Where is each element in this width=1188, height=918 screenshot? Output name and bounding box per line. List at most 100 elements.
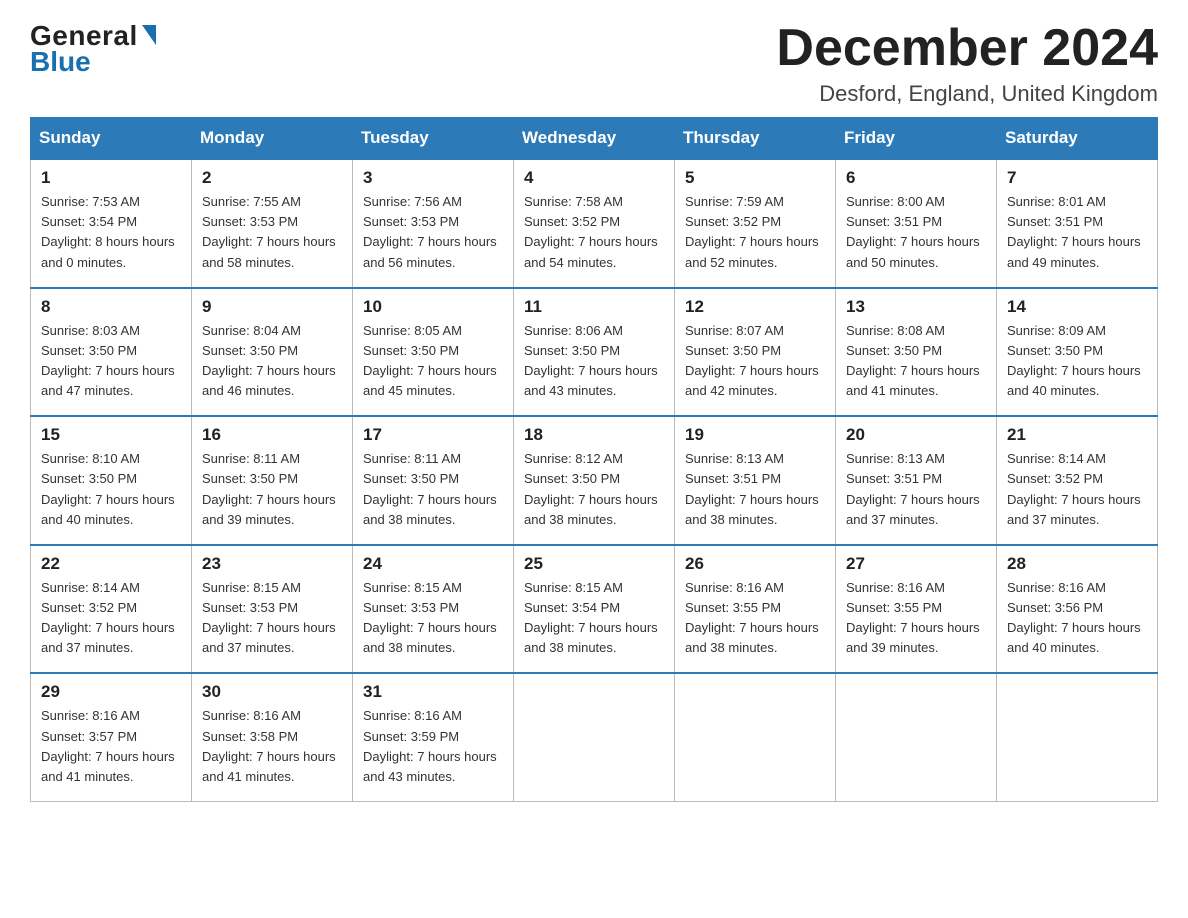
day-number: 5 — [685, 168, 825, 188]
day-info: Sunrise: 8:06 AMSunset: 3:50 PMDaylight:… — [524, 323, 658, 398]
calendar-header-tuesday: Tuesday — [353, 118, 514, 160]
calendar-day-cell: 24 Sunrise: 8:15 AMSunset: 3:53 PMDaylig… — [353, 545, 514, 674]
day-number: 18 — [524, 425, 664, 445]
calendar-week-row: 15 Sunrise: 8:10 AMSunset: 3:50 PMDaylig… — [31, 416, 1158, 545]
day-number: 4 — [524, 168, 664, 188]
day-info: Sunrise: 8:04 AMSunset: 3:50 PMDaylight:… — [202, 323, 336, 398]
day-info: Sunrise: 8:16 AMSunset: 3:57 PMDaylight:… — [41, 708, 175, 783]
day-info: Sunrise: 8:05 AMSunset: 3:50 PMDaylight:… — [363, 323, 497, 398]
calendar-day-cell: 22 Sunrise: 8:14 AMSunset: 3:52 PMDaylig… — [31, 545, 192, 674]
day-info: Sunrise: 8:13 AMSunset: 3:51 PMDaylight:… — [846, 451, 980, 526]
calendar-week-row: 8 Sunrise: 8:03 AMSunset: 3:50 PMDayligh… — [31, 288, 1158, 417]
day-number: 2 — [202, 168, 342, 188]
day-number: 7 — [1007, 168, 1147, 188]
calendar-header-monday: Monday — [192, 118, 353, 160]
day-info: Sunrise: 8:16 AMSunset: 3:56 PMDaylight:… — [1007, 580, 1141, 655]
day-info: Sunrise: 7:56 AMSunset: 3:53 PMDaylight:… — [363, 194, 497, 269]
calendar-header-friday: Friday — [836, 118, 997, 160]
calendar-day-cell: 12 Sunrise: 8:07 AMSunset: 3:50 PMDaylig… — [675, 288, 836, 417]
logo-blue: Blue — [30, 46, 91, 78]
day-number: 11 — [524, 297, 664, 317]
calendar-header-saturday: Saturday — [997, 118, 1158, 160]
day-info: Sunrise: 8:14 AMSunset: 3:52 PMDaylight:… — [41, 580, 175, 655]
calendar-week-row: 1 Sunrise: 7:53 AMSunset: 3:54 PMDayligh… — [31, 159, 1158, 288]
logo-triangle-icon — [142, 25, 156, 45]
calendar-day-cell: 27 Sunrise: 8:16 AMSunset: 3:55 PMDaylig… — [836, 545, 997, 674]
day-number: 15 — [41, 425, 181, 445]
day-number: 8 — [41, 297, 181, 317]
calendar-table: SundayMondayTuesdayWednesdayThursdayFrid… — [30, 117, 1158, 802]
calendar-day-cell: 31 Sunrise: 8:16 AMSunset: 3:59 PMDaylig… — [353, 673, 514, 801]
day-info: Sunrise: 8:13 AMSunset: 3:51 PMDaylight:… — [685, 451, 819, 526]
calendar-day-cell: 3 Sunrise: 7:56 AMSunset: 3:53 PMDayligh… — [353, 159, 514, 288]
logo: General Blue — [30, 20, 156, 78]
day-info: Sunrise: 8:03 AMSunset: 3:50 PMDaylight:… — [41, 323, 175, 398]
day-info: Sunrise: 8:08 AMSunset: 3:50 PMDaylight:… — [846, 323, 980, 398]
calendar-day-cell: 20 Sunrise: 8:13 AMSunset: 3:51 PMDaylig… — [836, 416, 997, 545]
calendar-header-sunday: Sunday — [31, 118, 192, 160]
day-number: 25 — [524, 554, 664, 574]
day-info: Sunrise: 7:55 AMSunset: 3:53 PMDaylight:… — [202, 194, 336, 269]
calendar-day-cell: 2 Sunrise: 7:55 AMSunset: 3:53 PMDayligh… — [192, 159, 353, 288]
day-info: Sunrise: 8:11 AMSunset: 3:50 PMDaylight:… — [363, 451, 497, 526]
calendar-day-cell — [675, 673, 836, 801]
calendar-day-cell: 19 Sunrise: 8:13 AMSunset: 3:51 PMDaylig… — [675, 416, 836, 545]
day-info: Sunrise: 8:16 AMSunset: 3:59 PMDaylight:… — [363, 708, 497, 783]
day-number: 20 — [846, 425, 986, 445]
day-info: Sunrise: 8:07 AMSunset: 3:50 PMDaylight:… — [685, 323, 819, 398]
day-number: 9 — [202, 297, 342, 317]
day-number: 31 — [363, 682, 503, 702]
day-number: 27 — [846, 554, 986, 574]
calendar-day-cell: 30 Sunrise: 8:16 AMSunset: 3:58 PMDaylig… — [192, 673, 353, 801]
day-info: Sunrise: 8:12 AMSunset: 3:50 PMDaylight:… — [524, 451, 658, 526]
calendar-day-cell: 23 Sunrise: 8:15 AMSunset: 3:53 PMDaylig… — [192, 545, 353, 674]
day-number: 28 — [1007, 554, 1147, 574]
day-number: 21 — [1007, 425, 1147, 445]
calendar-day-cell: 26 Sunrise: 8:16 AMSunset: 3:55 PMDaylig… — [675, 545, 836, 674]
day-info: Sunrise: 8:11 AMSunset: 3:50 PMDaylight:… — [202, 451, 336, 526]
day-info: Sunrise: 7:53 AMSunset: 3:54 PMDaylight:… — [41, 194, 175, 269]
calendar-day-cell: 1 Sunrise: 7:53 AMSunset: 3:54 PMDayligh… — [31, 159, 192, 288]
calendar-day-cell: 7 Sunrise: 8:01 AMSunset: 3:51 PMDayligh… — [997, 159, 1158, 288]
day-number: 10 — [363, 297, 503, 317]
day-info: Sunrise: 8:16 AMSunset: 3:55 PMDaylight:… — [846, 580, 980, 655]
day-number: 13 — [846, 297, 986, 317]
calendar-day-cell: 13 Sunrise: 8:08 AMSunset: 3:50 PMDaylig… — [836, 288, 997, 417]
day-number: 12 — [685, 297, 825, 317]
page-header: General Blue December 2024 Desford, Engl… — [30, 20, 1158, 107]
calendar-day-cell: 25 Sunrise: 8:15 AMSunset: 3:54 PMDaylig… — [514, 545, 675, 674]
calendar-header-wednesday: Wednesday — [514, 118, 675, 160]
calendar-day-cell: 29 Sunrise: 8:16 AMSunset: 3:57 PMDaylig… — [31, 673, 192, 801]
calendar-day-cell: 17 Sunrise: 8:11 AMSunset: 3:50 PMDaylig… — [353, 416, 514, 545]
day-number: 22 — [41, 554, 181, 574]
title-block: December 2024 Desford, England, United K… — [776, 20, 1158, 107]
calendar-day-cell: 16 Sunrise: 8:11 AMSunset: 3:50 PMDaylig… — [192, 416, 353, 545]
calendar-day-cell: 6 Sunrise: 8:00 AMSunset: 3:51 PMDayligh… — [836, 159, 997, 288]
day-number: 19 — [685, 425, 825, 445]
month-title: December 2024 — [776, 20, 1158, 77]
day-info: Sunrise: 8:15 AMSunset: 3:53 PMDaylight:… — [202, 580, 336, 655]
day-number: 14 — [1007, 297, 1147, 317]
day-info: Sunrise: 7:58 AMSunset: 3:52 PMDaylight:… — [524, 194, 658, 269]
day-info: Sunrise: 8:10 AMSunset: 3:50 PMDaylight:… — [41, 451, 175, 526]
day-number: 1 — [41, 168, 181, 188]
calendar-day-cell — [997, 673, 1158, 801]
day-number: 6 — [846, 168, 986, 188]
calendar-day-cell: 18 Sunrise: 8:12 AMSunset: 3:50 PMDaylig… — [514, 416, 675, 545]
calendar-day-cell: 10 Sunrise: 8:05 AMSunset: 3:50 PMDaylig… — [353, 288, 514, 417]
day-info: Sunrise: 8:16 AMSunset: 3:55 PMDaylight:… — [685, 580, 819, 655]
calendar-day-cell — [836, 673, 997, 801]
day-number: 30 — [202, 682, 342, 702]
day-number: 29 — [41, 682, 181, 702]
location-title: Desford, England, United Kingdom — [776, 81, 1158, 107]
calendar-day-cell: 21 Sunrise: 8:14 AMSunset: 3:52 PMDaylig… — [997, 416, 1158, 545]
calendar-day-cell: 9 Sunrise: 8:04 AMSunset: 3:50 PMDayligh… — [192, 288, 353, 417]
day-info: Sunrise: 8:14 AMSunset: 3:52 PMDaylight:… — [1007, 451, 1141, 526]
calendar-day-cell: 28 Sunrise: 8:16 AMSunset: 3:56 PMDaylig… — [997, 545, 1158, 674]
day-info: Sunrise: 8:16 AMSunset: 3:58 PMDaylight:… — [202, 708, 336, 783]
calendar-day-cell: 14 Sunrise: 8:09 AMSunset: 3:50 PMDaylig… — [997, 288, 1158, 417]
day-number: 26 — [685, 554, 825, 574]
calendar-week-row: 29 Sunrise: 8:16 AMSunset: 3:57 PMDaylig… — [31, 673, 1158, 801]
day-number: 16 — [202, 425, 342, 445]
calendar-day-cell: 11 Sunrise: 8:06 AMSunset: 3:50 PMDaylig… — [514, 288, 675, 417]
